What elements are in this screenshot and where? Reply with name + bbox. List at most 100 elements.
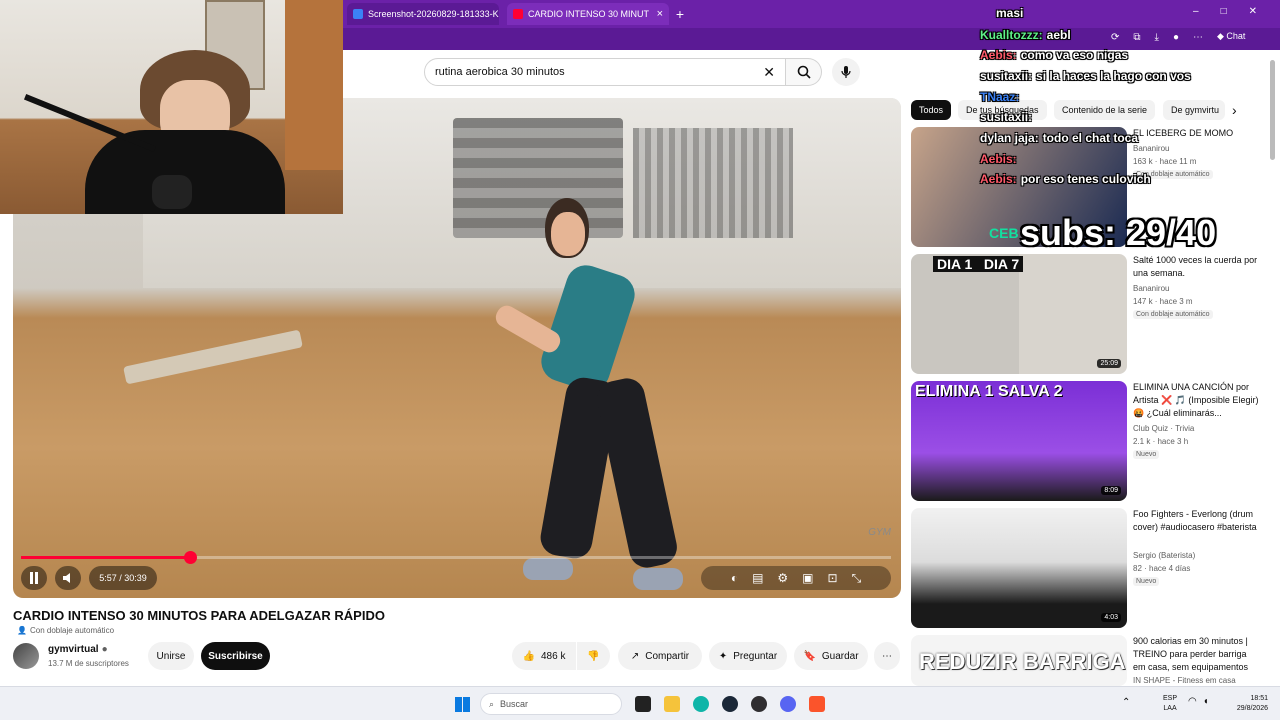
volume-button[interactable] [55,566,81,590]
video-thumbnail[interactable]: 4:03 [911,508,1127,628]
recommendation-meta: 2.1 k · hace 3 h [1133,437,1189,446]
volume-icon [63,573,70,583]
extension-icon[interactable]: ⟳ [1111,32,1119,43]
join-button[interactable]: Unirse [148,642,194,670]
taskbar-search[interactable]: ⌕ Buscar [480,693,622,715]
close-tab-icon[interactable]: × [657,8,663,20]
chat-message: Aebis: por eso tenes culovich [980,172,1151,186]
voice-search-button[interactable] [832,58,860,86]
page-scrollbar[interactable] [1270,60,1275,160]
chat-text: aebl [1046,28,1071,42]
save-button[interactable]: 🔖 Guardar [794,642,868,670]
close-window-icon[interactable]: ✕ [1249,6,1257,20]
dislike-button[interactable]: 👎 [577,642,610,670]
tab-label: CARDIO INTENSO 30 MINUT [528,9,650,19]
progress-scrubber[interactable] [183,551,197,564]
recommendation-title[interactable]: ELIMINA UNA CANCIÓN por Artista ❌ 🎵 (Imp… [1133,381,1261,420]
cast-icon[interactable]: ⊡ [828,571,838,585]
discord-icon[interactable] [780,696,796,712]
profile-icon[interactable]: ● [1173,32,1179,43]
list-item[interactable]: ELIMINA 1 SALVA 2 8:09 ELIMINA UNA CANCI… [911,381,1267,501]
tab-label: Screenshot-20260829-181333-Kic [368,9,499,19]
browser-toolbar: ⟳ ⧉ ⤓ ● ⋯ ◆ Chat [343,28,1280,50]
chip-channel[interactable]: De gymvirtu [1163,100,1225,120]
more-icon[interactable]: ⋯ [1193,32,1203,43]
chat-user: TNaaz: [980,90,1020,104]
video-thumbnail[interactable]: REDUZIR BARRIGA [911,635,1127,686]
channel-avatar[interactable] [13,643,39,669]
recommendation-channel[interactable]: IN SHAPE - Fitness em casa [1133,676,1236,685]
progress-bar[interactable] [21,551,891,564]
miniplayer-icon[interactable]: ▣ [802,571,813,585]
new-tab-button[interactable]: + [669,3,691,25]
fullscreen-icon[interactable]: ⤡ [852,571,862,586]
recommendation-channel[interactable]: Bananirou [1133,284,1169,293]
video-thumbnail[interactable]: DIA 1 DIA 7 25:09 [911,254,1127,374]
recommendation-channel[interactable]: Sergio (Baterista) [1133,551,1195,560]
like-button[interactable]: 👍 486 k [512,642,576,670]
system-tray-icons[interactable]: ◠ ◖ [1188,696,1209,707]
share-button[interactable]: ↗ Compartir [618,642,702,670]
download-icon[interactable]: ⤓ [1155,32,1159,43]
chat-button[interactable]: ◆ Chat [1217,31,1245,42]
browser-tab-active[interactable]: CARDIO INTENSO 30 MINUT × [507,3,669,25]
puzzle-icon[interactable]: ⧉ [1133,32,1140,43]
steam-icon[interactable] [722,696,738,712]
ask-label: Preguntar [733,650,778,662]
recommendation-channel[interactable]: Bananirou [1133,144,1169,153]
list-item[interactable]: DIA 1 DIA 7 25:09 Salté 1000 veces la cu… [911,254,1267,374]
chat-text: por eso tenes culovich [1020,172,1151,186]
windows-start-icon[interactable] [455,697,470,712]
video-duration: 4:03 [1101,613,1121,622]
ask-button[interactable]: ✦ Preguntar [709,642,787,670]
search-text: rutina aerobica 30 minutos [435,66,565,78]
maximize-icon[interactable]: □ [1221,6,1227,20]
autoplay-toggle-icon[interactable]: ◐ [731,571,738,585]
edge-icon[interactable] [693,696,709,712]
subs-counter: subs: 29/40 [1020,212,1217,253]
youtube-tab-icon [513,9,523,19]
chip-all[interactable]: Todos [911,100,952,120]
subtitles-icon[interactable]: ▤ [752,571,763,585]
widgets-icon[interactable] [635,696,651,712]
window-controls: – □ ✕ [1193,6,1273,20]
recommendation-channel[interactable]: Club Quiz · Trivia [1133,424,1194,433]
list-item[interactable]: REDUZIR BARRIGA 900 calorias em 30 minut… [911,635,1267,686]
recommendation-title[interactable]: Salté 1000 veces la cuerda por una seman… [1133,254,1261,280]
thumbnail-text: REDUZIR BARRIGA [919,649,1126,674]
settings-gear-icon[interactable]: ⚙ [777,571,788,585]
clock[interactable]: 18:51 29/8/2026 [1224,694,1268,714]
recommendation-title[interactable]: EL ICEBERG DE MOMO [1133,127,1261,140]
browser-toolbar-icons: ⟳ ⧉ ⤓ ● ⋯ [1111,32,1203,43]
minimize-icon[interactable]: – [1193,6,1199,20]
language-indicator[interactable]: ESP LAA [1163,694,1177,714]
search-input[interactable]: rutina aerobica 30 minutos ✕ [424,58,786,86]
chat-message: dylan jaja: todo el chat toca [980,131,1138,145]
chat-user: dylan jaja: [980,131,1039,145]
chips-next-icon[interactable]: › [1232,102,1237,118]
recommendation-title[interactable]: 900 calorias em 30 minutos | TREINO para… [1133,635,1261,674]
chip-series[interactable]: Contenido de la serie [1054,100,1156,120]
recommendation-title[interactable]: Foo Fighters - Everlong (drum cover) #au… [1133,508,1261,534]
tray-chevron-icon[interactable]: ⌃ [1122,697,1130,708]
chat-message: masi [996,6,1027,20]
obs-icon[interactable] [751,696,767,712]
browser-tab[interactable]: Screenshot-20260829-181333-Kic × [347,3,499,25]
channel-name[interactable]: gymvirtual ● [48,644,108,655]
recommendation-meta: 163 k · hace 11 m [1133,157,1197,166]
search-button[interactable] [786,58,822,86]
list-item[interactable]: 4:03 Foo Fighters - Everlong (drum cover… [911,508,1267,628]
thumbnail-text: CEB [989,225,1019,241]
pause-button[interactable] [21,566,47,590]
browser-tab-bar: Screenshot-20260829-181333-Kic × CARDIO … [343,0,1280,28]
file-explorer-icon[interactable] [664,696,680,712]
chat-user: Kualltozzz: [980,28,1043,42]
video-thumbnail[interactable]: ELIMINA 1 SALVA 2 8:09 [911,381,1127,501]
more-actions-button[interactable]: ⋯ [874,642,900,670]
subscriber-count: 13.7 M de suscriptores [48,659,129,668]
right-controls: ◐ ▤ ⚙ ▣ ⊡ ⤡ [701,566,891,590]
brave-icon[interactable] [809,696,825,712]
subscribe-button[interactable]: Suscribirse [201,642,270,670]
clear-search-icon[interactable]: ✕ [763,64,775,81]
instructor-figure [483,198,683,598]
